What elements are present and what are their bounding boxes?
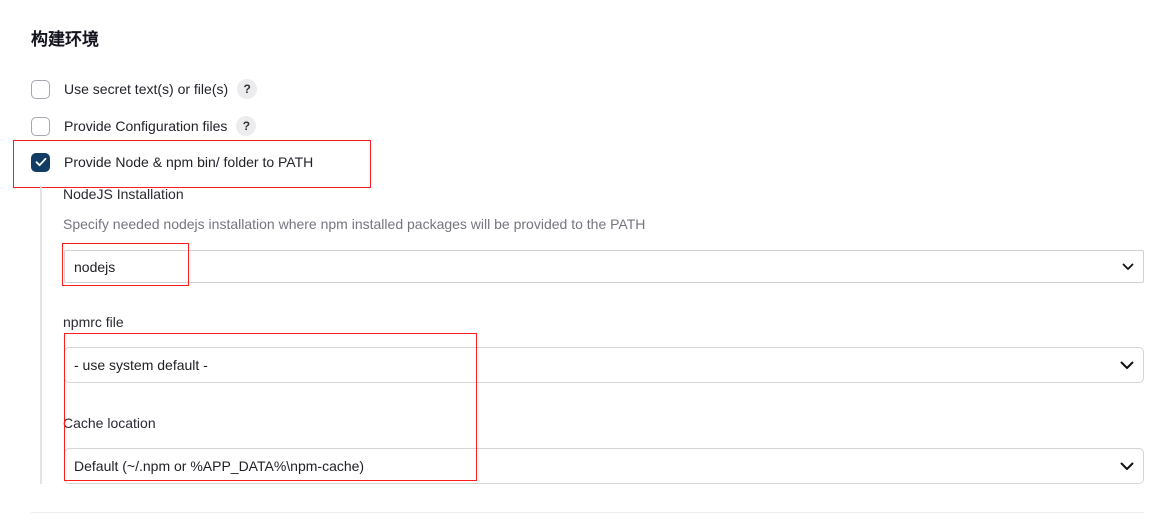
section-divider — [31, 512, 1144, 513]
nodejs-installation-label: NodeJS Installation — [63, 186, 184, 202]
nodejs-installation-select[interactable]: nodejs — [64, 250, 1144, 283]
section-title: 构建环境 — [31, 30, 99, 49]
annotation-box-nodejs — [62, 243, 189, 286]
option-provide-config[interactable]: Provide Configuration files ? — [31, 114, 257, 138]
help-icon[interactable]: ? — [236, 116, 257, 136]
chevron-down-icon — [1120, 361, 1134, 369]
option-label: Use secret text(s) or file(s) — [64, 81, 229, 97]
nested-section-line — [40, 186, 42, 484]
chevron-down-icon — [1120, 462, 1134, 470]
annotation-box-npm-settings — [64, 333, 477, 481]
nodejs-installation-description: Specify needed nodejs installation where… — [63, 216, 646, 232]
chevron-down-icon — [1122, 263, 1134, 270]
npmrc-file-label: npmrc file — [63, 314, 124, 330]
annotation-box-provide-node — [13, 140, 371, 188]
checkbox-use-secret[interactable] — [31, 79, 50, 99]
help-icon[interactable]: ? — [237, 79, 258, 99]
checkbox-provide-config[interactable] — [31, 116, 50, 136]
option-use-secret[interactable]: Use secret text(s) or file(s) ? — [31, 77, 258, 101]
option-label: Provide Configuration files — [64, 118, 228, 134]
